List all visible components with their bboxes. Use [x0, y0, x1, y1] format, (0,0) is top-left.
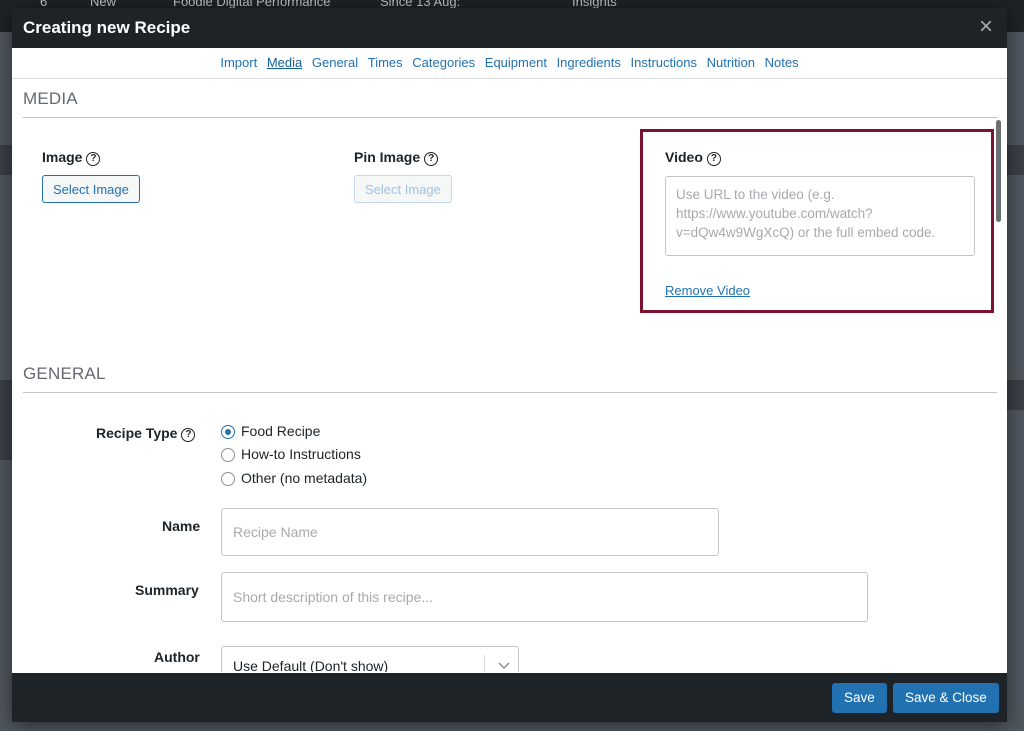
- tab-notes[interactable]: Notes: [765, 55, 799, 70]
- radio-label: Food Recipe: [241, 423, 321, 439]
- save-button[interactable]: Save: [832, 683, 887, 713]
- modal-content[interactable]: MEDIA Image? Select Image Pin Image? Sel…: [12, 79, 997, 672]
- radio-button[interactable]: [221, 448, 235, 462]
- video-url-textarea[interactable]: Use URL to the video (e.g. https://www.y…: [665, 176, 975, 256]
- select-separator: [484, 655, 485, 672]
- radio-label: How-to Instructions: [241, 446, 361, 462]
- tab-nutrition[interactable]: Nutrition: [707, 55, 755, 70]
- save-close-button[interactable]: Save & Close: [893, 683, 999, 713]
- scrollbar-thumb[interactable]: [996, 120, 1001, 222]
- recipe-type-label-text: Recipe Type: [96, 425, 178, 441]
- bg-strip-left: [0, 145, 12, 175]
- media-section-divider: [23, 117, 997, 118]
- help-icon[interactable]: ?: [706, 152, 721, 166]
- tab-import[interactable]: Import: [220, 55, 257, 70]
- summary-field-label: Summary: [135, 582, 199, 598]
- recipe-modal: Creating new Recipe × Import Media Gener…: [12, 8, 1007, 722]
- tab-equipment[interactable]: Equipment: [485, 55, 547, 70]
- select-image-button[interactable]: Select Image: [42, 175, 140, 203]
- radio-how-to[interactable]: How-to Instructions: [221, 446, 361, 462]
- author-select[interactable]: Use Default (Don't show): [221, 646, 519, 672]
- author-select-value: Use Default (Don't show): [233, 658, 389, 672]
- radio-button[interactable]: [221, 472, 235, 486]
- name-field-label: Name: [162, 518, 201, 534]
- video-field-label: Video?: [665, 149, 721, 166]
- radio-label: Other (no metadata): [241, 470, 368, 486]
- bg-strip-right: [1007, 145, 1024, 175]
- radio-button-checked[interactable]: [221, 425, 235, 439]
- modal-title: Creating new Recipe: [23, 18, 191, 37]
- author-field-label: Author: [154, 649, 200, 665]
- video-label-text: Video: [665, 149, 703, 165]
- section-nav: Import Media General Times Categories Eq…: [12, 48, 1007, 79]
- modal-footer: Save Save & Close: [12, 673, 1007, 722]
- image-label-text: Image: [42, 149, 83, 165]
- tab-ingredients[interactable]: Ingredients: [557, 55, 621, 70]
- general-section-title: GENERAL: [23, 364, 106, 383]
- media-section-title: MEDIA: [23, 89, 78, 108]
- modal-header: Creating new Recipe ×: [12, 8, 1007, 48]
- help-icon[interactable]: ?: [424, 152, 439, 166]
- tab-instructions[interactable]: Instructions: [631, 55, 697, 70]
- tab-categories[interactable]: Categories: [412, 55, 475, 70]
- tab-media[interactable]: Media: [267, 55, 302, 70]
- tab-times[interactable]: Times: [368, 55, 403, 70]
- pin-image-field-label: Pin Image?: [354, 149, 439, 166]
- help-icon[interactable]: ?: [181, 428, 196, 442]
- recipe-type-field-label: Recipe Type?: [96, 425, 196, 442]
- close-icon[interactable]: ×: [973, 14, 999, 40]
- general-section-divider: [23, 392, 997, 393]
- bg-strip-left-2: [0, 380, 12, 460]
- image-field-label: Image?: [42, 149, 101, 166]
- remove-video-link[interactable]: Remove Video: [665, 283, 750, 298]
- pin-image-label-text: Pin Image: [354, 149, 421, 165]
- recipe-name-input[interactable]: [221, 508, 719, 556]
- summary-input[interactable]: [221, 572, 868, 622]
- tab-general[interactable]: General: [312, 55, 358, 70]
- radio-other[interactable]: Other (no metadata): [221, 470, 367, 486]
- bg-strip-right-2: [1007, 380, 1024, 410]
- help-icon[interactable]: ?: [86, 152, 101, 166]
- radio-food-recipe[interactable]: Food Recipe: [221, 423, 320, 439]
- select-pin-image-button[interactable]: Select Image: [354, 175, 452, 203]
- chevron-down-icon[interactable]: [492, 647, 516, 672]
